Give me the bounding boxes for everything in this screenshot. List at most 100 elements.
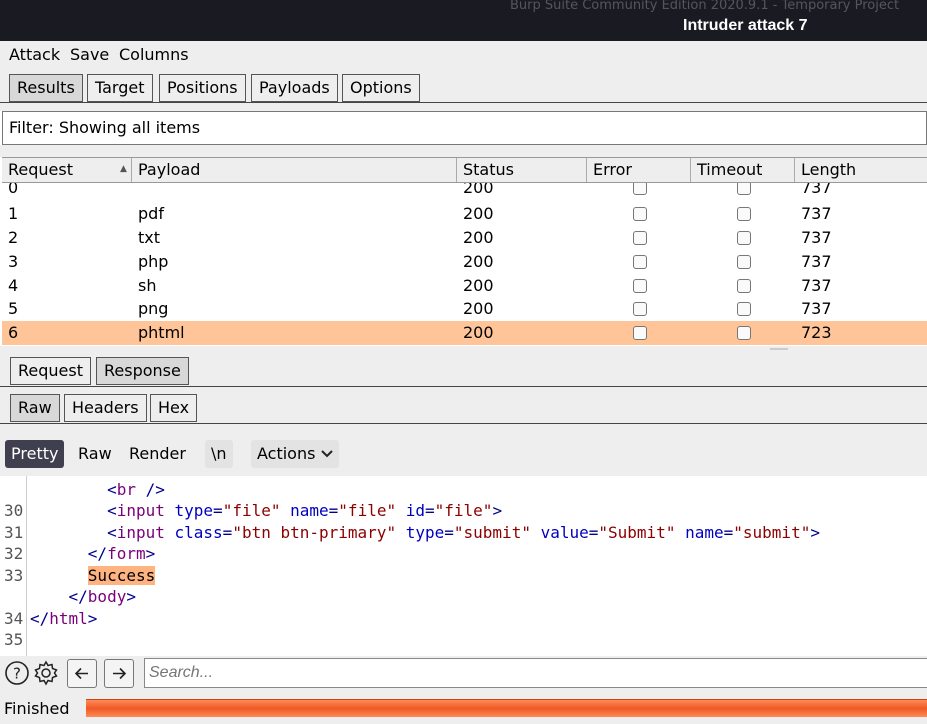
raw-button[interactable]: Raw xyxy=(72,440,118,468)
column-header-status[interactable]: Status xyxy=(457,158,587,182)
tab-request[interactable]: Request xyxy=(10,357,91,385)
error-checkbox[interactable] xyxy=(633,255,647,269)
cell-length: 737 xyxy=(801,252,832,271)
cell-payload: sh xyxy=(138,276,157,295)
message-editor-toolbar: Pretty Raw Render \n Actions xyxy=(0,430,927,476)
tab-payloads[interactable]: Payloads xyxy=(251,74,338,102)
timeout-checkbox[interactable] xyxy=(737,183,751,195)
code-content: </form> xyxy=(30,543,155,565)
code-token: "file" xyxy=(434,501,493,520)
code-token: < xyxy=(107,501,117,520)
next-match-button[interactable] xyxy=(104,659,134,688)
spacer xyxy=(0,145,927,157)
pretty-button[interactable]: Pretty xyxy=(5,440,65,468)
error-checkbox[interactable] xyxy=(633,326,647,340)
code-token: type xyxy=(396,523,445,542)
code-line: 30 <input type="file" name="file" id="fi… xyxy=(0,500,927,522)
column-header-length[interactable]: Length xyxy=(795,158,927,182)
results-filter-bar[interactable]: Filter: Showing all items xyxy=(2,111,927,145)
cell-payload: pdf xyxy=(138,204,164,223)
newline-toggle-button[interactable]: \n xyxy=(205,440,233,468)
window-titlebar: Burp Suite Community Edition 2020.9.1 - … xyxy=(0,0,927,41)
column-header-timeout[interactable]: Timeout xyxy=(691,158,795,182)
tab-positions[interactable]: Positions xyxy=(159,74,246,102)
results-table: 0 200 737 1 pdf 200 737 2 txt 200 737 3 … xyxy=(2,183,927,346)
timeout-checkbox[interactable] xyxy=(737,207,751,221)
code-token: body xyxy=(87,587,127,606)
table-row[interactable]: 5 png 200 737 xyxy=(2,297,927,321)
previous-match-button[interactable] xyxy=(67,659,97,688)
line-number: 30 xyxy=(4,501,24,520)
cell-request: 3 xyxy=(8,252,19,271)
settings-icon[interactable] xyxy=(32,659,60,687)
table-row[interactable]: 3 php 200 737 xyxy=(2,250,927,274)
code-line: 31 <input class="btn btn-primary" type="… xyxy=(0,522,927,544)
help-icon[interactable]: ? xyxy=(4,660,30,686)
timeout-checkbox[interactable] xyxy=(737,255,751,269)
timeout-checkbox[interactable] xyxy=(737,326,751,340)
actions-label: Actions xyxy=(257,444,316,463)
code-token: = xyxy=(213,501,223,520)
code-token: > xyxy=(87,609,98,628)
tab-hex[interactable]: Hex xyxy=(150,394,198,422)
cell-status: 200 xyxy=(463,228,494,247)
view-tab-bar: Raw Headers Hex xyxy=(0,392,927,430)
search-input[interactable] xyxy=(144,658,927,688)
table-row[interactable]: 0 200 737 xyxy=(2,183,927,200)
code-token: = xyxy=(723,523,734,542)
code-token: > xyxy=(492,501,503,520)
error-checkbox[interactable] xyxy=(633,207,647,221)
cell-payload: txt xyxy=(138,228,161,247)
tab-target[interactable]: Target xyxy=(87,74,153,102)
table-row[interactable]: 4 sh 200 737 xyxy=(2,274,927,298)
search-bar: ? xyxy=(0,656,927,692)
error-checkbox[interactable] xyxy=(633,231,647,245)
column-header-error[interactable]: Error xyxy=(587,158,691,182)
tab-results[interactable]: Results xyxy=(9,74,83,102)
response-code-view[interactable]: <br /> 30 <input type="file" name="file" … xyxy=(0,476,927,656)
back-arrow-icon xyxy=(74,667,88,680)
tab-headers[interactable]: Headers xyxy=(64,394,147,422)
code-token: type xyxy=(164,501,214,520)
line-number: 35 xyxy=(4,630,24,649)
code-content: </html> xyxy=(30,608,97,630)
code-token: </ xyxy=(30,609,50,628)
column-header-payload[interactable]: Payload xyxy=(132,158,457,182)
divider-grip[interactable] xyxy=(770,348,788,350)
table-row[interactable]: 2 txt 200 737 xyxy=(2,226,927,250)
timeout-checkbox[interactable] xyxy=(737,302,751,316)
tab-divider xyxy=(0,423,927,424)
code-token: "Submit" xyxy=(598,523,676,542)
error-checkbox[interactable] xyxy=(633,302,647,316)
error-checkbox[interactable] xyxy=(633,183,647,195)
line-number: 33 xyxy=(4,566,24,585)
tab-options[interactable]: Options xyxy=(342,74,420,102)
table-row[interactable]: 1 pdf 200 737 xyxy=(2,202,927,226)
timeout-checkbox[interactable] xyxy=(737,279,751,293)
error-checkbox[interactable] xyxy=(633,279,647,293)
timeout-checkbox[interactable] xyxy=(737,231,751,245)
menu-attack[interactable]: Attack xyxy=(9,41,60,69)
tab-response[interactable]: Response xyxy=(96,357,189,385)
cell-request: 2 xyxy=(8,228,19,247)
menu-bar: Attack Save Columns xyxy=(0,41,927,69)
split-pane-divider[interactable] xyxy=(0,346,927,356)
cell-request: 1 xyxy=(8,204,19,223)
code-token: name xyxy=(675,523,724,542)
cell-status: 200 xyxy=(463,323,494,342)
tab-raw[interactable]: Raw xyxy=(10,394,60,422)
menu-columns[interactable]: Columns xyxy=(119,41,189,69)
code-line: 33 Success xyxy=(0,565,927,587)
cell-request: 6 xyxy=(8,323,19,342)
table-row-selected[interactable]: 6 phtml 200 723 xyxy=(2,321,927,345)
code-token: class xyxy=(164,523,223,542)
column-header-request[interactable]: Request xyxy=(2,158,132,182)
code-token: br xyxy=(116,480,136,499)
actions-dropdown-button[interactable]: Actions xyxy=(251,440,340,468)
render-button[interactable]: Render xyxy=(123,440,192,468)
line-number: 32 xyxy=(4,544,24,563)
code-token: id xyxy=(396,501,425,520)
menu-save[interactable]: Save xyxy=(70,41,109,69)
code-token: = xyxy=(444,523,454,542)
